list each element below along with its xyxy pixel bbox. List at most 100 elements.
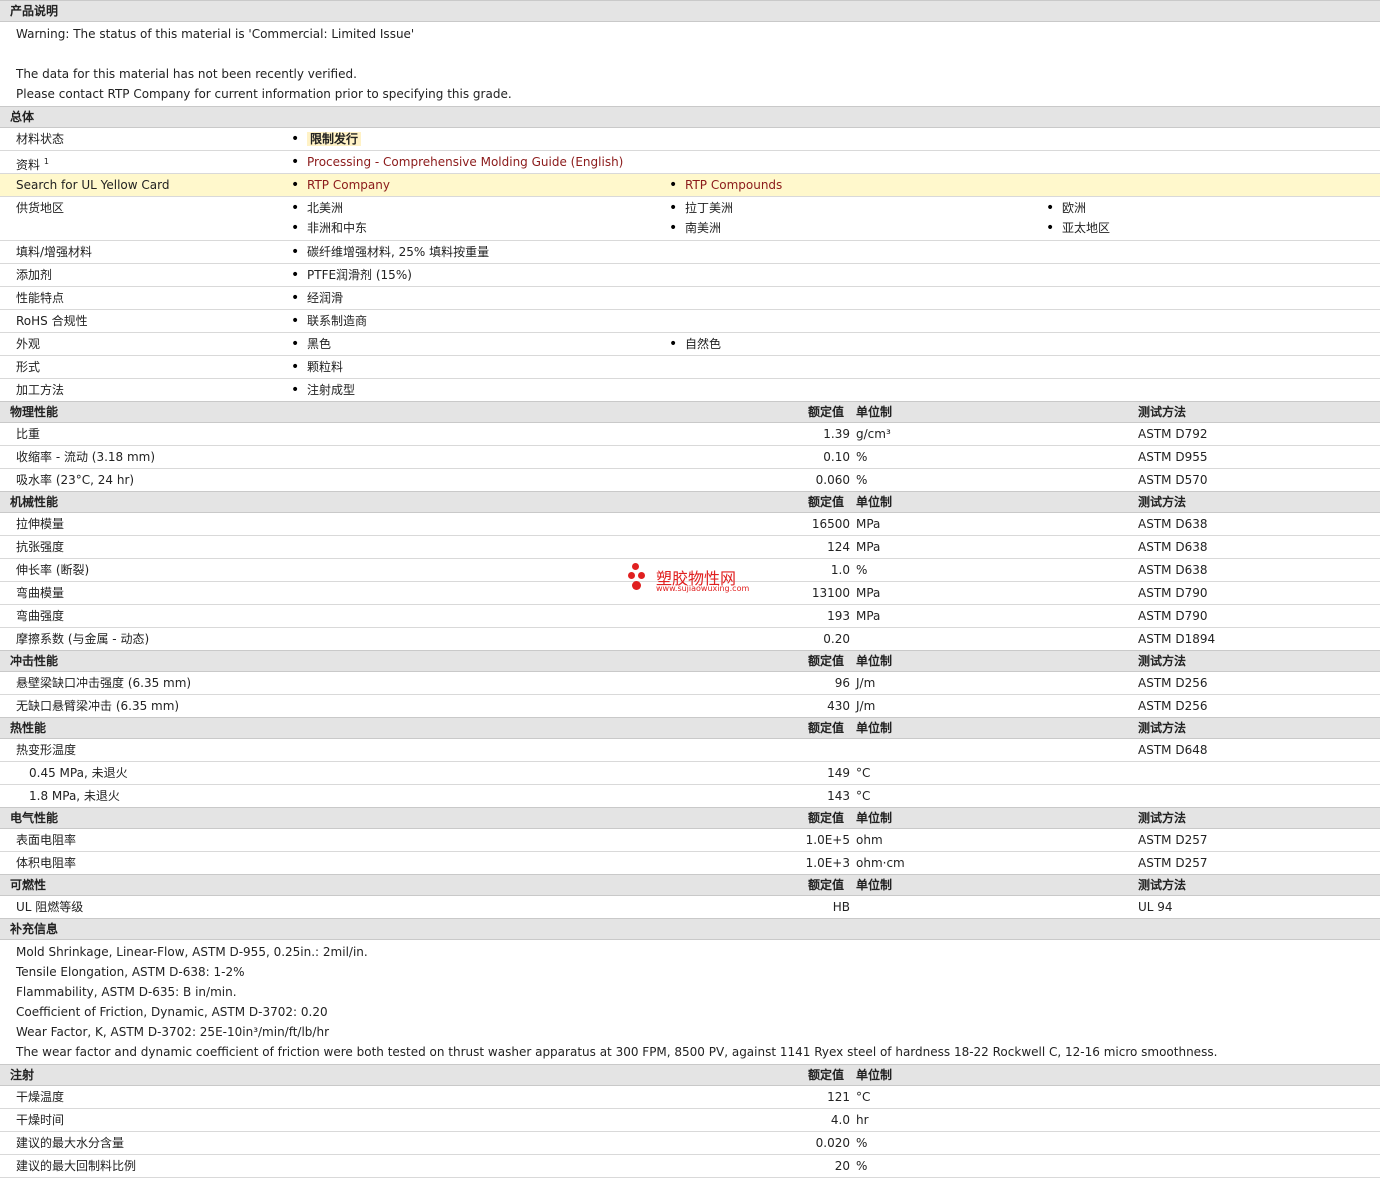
region-item: 非洲和中东 bbox=[291, 217, 367, 239]
region-item: 欧洲 bbox=[1046, 197, 1086, 219]
section-header: 物理性能 额定值 单位制 测试方法 bbox=[0, 401, 1380, 423]
property-value: 193 bbox=[827, 609, 850, 623]
property-label: 表面电阻率 bbox=[16, 833, 77, 847]
property-value: 0.020 bbox=[815, 1136, 850, 1150]
property-test-method: ASTM D955 bbox=[1138, 450, 1208, 464]
property-row: 热变形温度 ASTM D648 bbox=[0, 739, 1380, 762]
filler-value: 碳纤维增强材料, 25% 填料按重量 bbox=[291, 241, 489, 263]
property-label: 弯曲模量 bbox=[16, 586, 65, 600]
col-header-unit: 单位制 bbox=[856, 811, 893, 825]
region-item: 北美洲 bbox=[291, 197, 343, 219]
property-unit: °C bbox=[856, 789, 871, 803]
property-unit: °C bbox=[856, 766, 871, 780]
col-header-value: 额定值 bbox=[808, 405, 845, 419]
property-unit: % bbox=[856, 1136, 868, 1150]
property-label: 建议的最大回制料比例 bbox=[16, 1159, 137, 1173]
docs-link[interactable]: Processing - Comprehensive Molding Guide… bbox=[291, 151, 623, 173]
property-row: 吸水率 (23°C, 24 hr) 0.060% ASTM D570 bbox=[0, 469, 1380, 491]
section-header: 补充信息 bbox=[0, 918, 1380, 940]
property-test-method: ASTM D638 bbox=[1138, 563, 1208, 577]
section-header-description: 产品说明 bbox=[0, 0, 1380, 22]
feature-value: 经润滑 bbox=[291, 287, 343, 309]
supplement-line: Mold Shrinkage, Linear-Flow, ASTM D-955,… bbox=[16, 945, 368, 959]
col-header-unit: 单位制 bbox=[856, 721, 893, 735]
section-header: 电气性能 额定值 单位制 测试方法 bbox=[0, 807, 1380, 829]
property-value: 121 bbox=[827, 1090, 850, 1104]
property-value: 1.0 bbox=[830, 563, 850, 577]
col-header-value: 额定值 bbox=[808, 721, 845, 735]
row-label: 形式 bbox=[16, 360, 41, 374]
section-title: 补充信息 bbox=[10, 922, 59, 936]
row-features: 性能特点 经润滑 bbox=[0, 287, 1380, 310]
row-label: 性能特点 bbox=[16, 291, 65, 305]
row-filler: 填料/增强材料 碳纤维增强材料, 25% 填料按重量 bbox=[0, 241, 1380, 264]
property-label: 干燥温度 bbox=[16, 1090, 65, 1104]
property-test-method: ASTM D257 bbox=[1138, 833, 1208, 847]
property-unit: J/m bbox=[856, 699, 876, 713]
appearance-value: 自然色 bbox=[669, 333, 721, 355]
region-item: 拉丁美洲 bbox=[669, 197, 733, 219]
property-label: 0.45 MPa, 未退火 bbox=[29, 766, 128, 780]
rohs-value: 联系制造商 bbox=[291, 310, 367, 332]
property-row: 摩擦系数 (与金属 - 动态) 0.20 ASTM D1894 bbox=[0, 628, 1380, 650]
property-value: 1.0E+3 bbox=[805, 856, 850, 870]
section-header: 机械性能 额定值 单位制 测试方法 bbox=[0, 491, 1380, 513]
property-value: 4.0 bbox=[830, 1113, 850, 1127]
property-row: 体积电阻率 1.0E+3 ohm·cm ASTM D257 bbox=[0, 852, 1380, 874]
property-test-method: ASTM D1894 bbox=[1138, 632, 1216, 646]
property-test-method: ASTM D570 bbox=[1138, 473, 1208, 487]
property-unit: ohm·cm bbox=[856, 856, 905, 870]
row-label: 加工方法 bbox=[16, 383, 65, 397]
property-row: 干燥时间 4.0 hr bbox=[0, 1109, 1380, 1132]
section-header: 热性能 额定值 单位制 测试方法 bbox=[0, 717, 1380, 739]
property-value: 143 bbox=[827, 789, 850, 803]
description-line: Warning: The status of this material is … bbox=[16, 27, 415, 41]
property-value: HB bbox=[832, 900, 850, 914]
ul-link-rtp-compounds[interactable]: RTP Compounds bbox=[669, 174, 782, 196]
property-test-method: ASTM D638 bbox=[1138, 517, 1208, 531]
property-row: 建议的最大回制料比例 20% bbox=[0, 1155, 1380, 1178]
supplement-line: Coefficient of Friction, Dynamic, ASTM D… bbox=[16, 1005, 328, 1019]
footnote-marker: 1 bbox=[43, 157, 49, 166]
property-label: 干燥时间 bbox=[16, 1113, 65, 1127]
property-test-method: ASTM D790 bbox=[1138, 609, 1208, 623]
property-label: UL 阻燃等级 bbox=[16, 900, 84, 914]
section-title: 注射 bbox=[10, 1068, 35, 1082]
property-row: 干燥温度 121 °C bbox=[0, 1086, 1380, 1109]
section-header-general: 总体 bbox=[0, 106, 1380, 128]
property-value: 96 bbox=[834, 676, 850, 690]
supplement-line: The wear factor and dynamic coefficient … bbox=[16, 1045, 1218, 1059]
col-header-unit: 单位制 bbox=[856, 1068, 893, 1082]
property-value: 1.39 bbox=[823, 427, 850, 441]
col-header-unit: 单位制 bbox=[856, 878, 893, 892]
property-row: 拉伸模量 16500 MPa ASTM D638 bbox=[0, 513, 1380, 536]
description-line: The data for this material has not been … bbox=[16, 67, 357, 81]
property-label: 拉伸模量 bbox=[16, 517, 65, 531]
property-value: 0.10 bbox=[823, 450, 850, 464]
property-value: 13100 bbox=[811, 586, 850, 600]
appearance-value: 黑色 bbox=[291, 333, 331, 355]
supplement-line: Wear Factor, K, ASTM D-3702: 25E-10in³/m… bbox=[16, 1025, 330, 1039]
col-header-value: 额定值 bbox=[808, 878, 845, 892]
ul-link-rtp-company[interactable]: RTP Company bbox=[291, 174, 390, 196]
row-additive: 添加剂 PTFE润滑剂 (15%) bbox=[0, 264, 1380, 287]
property-unit: MPa bbox=[856, 517, 881, 531]
supplement-line: Flammability, ASTM D-635: B in/min. bbox=[16, 985, 237, 999]
row-processing: 加工方法 注射成型 bbox=[0, 379, 1380, 401]
row-label: 供货地区 bbox=[16, 201, 65, 215]
col-header-test: 测试方法 bbox=[1138, 495, 1187, 509]
property-unit: °C bbox=[856, 1090, 871, 1104]
process-value: 注射成型 bbox=[291, 379, 355, 401]
col-header-value: 额定值 bbox=[808, 495, 845, 509]
property-row: 0.45 MPa, 未退火 149 °C bbox=[0, 762, 1380, 785]
property-test-method: UL 94 bbox=[1138, 900, 1173, 914]
property-value: 0.060 bbox=[815, 473, 850, 487]
col-header-test: 测试方法 bbox=[1138, 654, 1187, 668]
property-value: 0.20 bbox=[823, 632, 850, 646]
property-label: 伸长率 (断裂) bbox=[16, 563, 90, 577]
region-item: 亚太地区 bbox=[1046, 217, 1110, 239]
property-tables: 物理性能 额定值 单位制 测试方法 比重 1.39 g/cm³ ASTM D792 收缩率 - … bbox=[0, 401, 1380, 1178]
supplement-line: Tensile Elongation, ASTM D-638: 1-2% bbox=[16, 965, 245, 979]
property-row: 表面电阻率 1.0E+5 ohm ASTM D257 bbox=[0, 829, 1380, 852]
property-label: 无缺口悬臂梁冲击 (6.35 mm) bbox=[16, 699, 180, 713]
